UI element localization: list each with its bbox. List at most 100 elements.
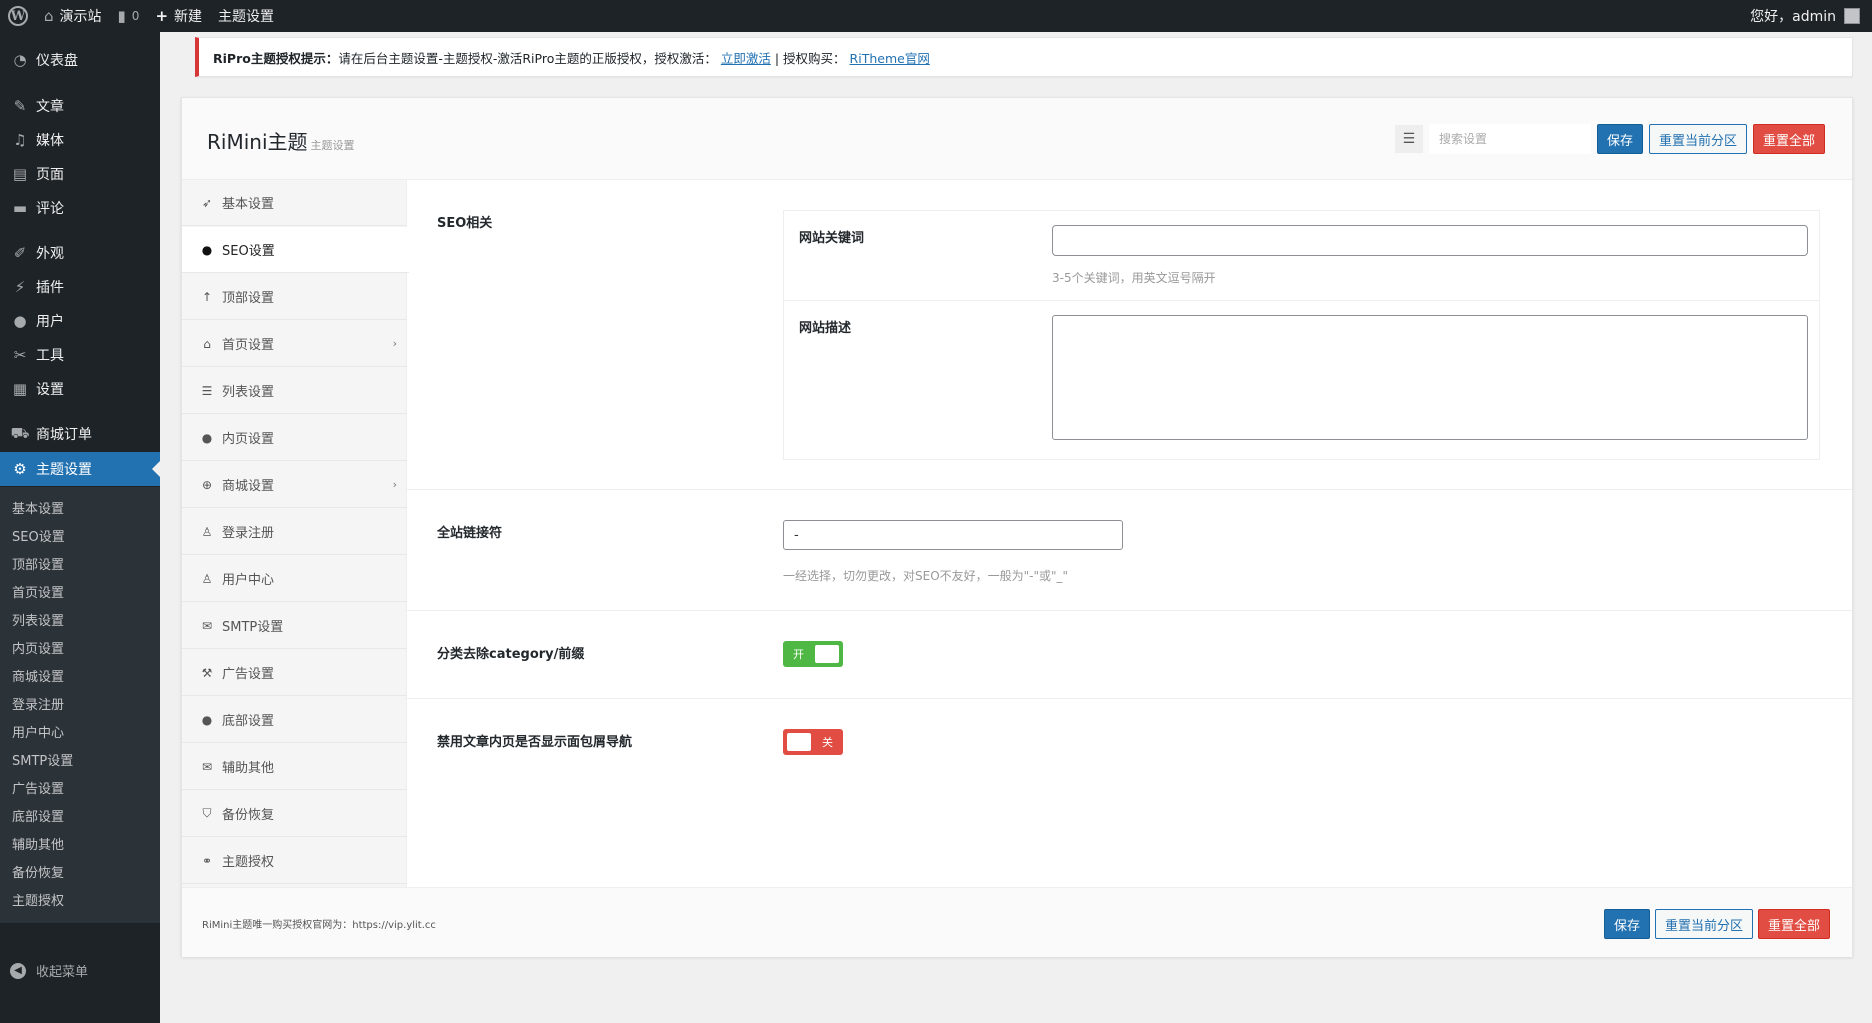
plus-icon: + <box>155 7 169 25</box>
sidebar-item-label: 文章 <box>36 99 64 115</box>
sidebar-item-tools[interactable]: ✂ 工具 <box>0 338 160 372</box>
chevron-right-icon: › <box>392 478 397 491</box>
submenu-item[interactable]: 辅助其他 <box>0 832 160 860</box>
breadcrumb-switch[interactable]: 关 <box>783 729 843 755</box>
connector-input[interactable]: - <box>783 520 1123 550</box>
sidebar-item-label: 评论 <box>36 201 64 217</box>
collapse-label: 收起菜单 <box>36 965 89 980</box>
sidebar-item-shop-orders[interactable]: ⛟ 商城订单 <box>0 417 160 451</box>
sidebar-item-settings[interactable]: ▦ 设置 <box>0 372 160 406</box>
nav-item-smtp[interactable]: ✉ SMTP设置 <box>182 603 407 649</box>
theme-settings-label: 主题设置 <box>218 9 275 25</box>
save-button[interactable]: 保存 <box>1596 124 1643 154</box>
nav-item-header[interactable]: ↑ 顶部设置 <box>182 274 407 320</box>
wrench-icon: ✂ <box>13 346 27 364</box>
submenu-item[interactable]: 基本设置 <box>0 496 160 524</box>
sidebar-item-appearance[interactable]: ✐ 外观 <box>0 236 160 270</box>
nav-item-login[interactable]: ♙ 登录注册 <box>182 509 407 555</box>
dot-icon: ● <box>201 242 213 257</box>
dot-icon: ● <box>201 430 213 445</box>
nav-item-home[interactable]: ⌂ 首页设置 › <box>182 321 407 367</box>
category-prefix-switch[interactable]: 开 <box>783 641 843 667</box>
sidebar-item-label: 外观 <box>36 246 64 262</box>
new-content-link[interactable]: + 新建 <box>147 0 210 32</box>
nav-item-license[interactable]: ⚭ 主题授权 <box>182 838 407 884</box>
submenu-item[interactable]: 顶部设置 <box>0 552 160 580</box>
nav-item-basic[interactable]: ➶ 基本设置 <box>182 180 407 226</box>
nav-item-backup[interactable]: ⛉ 备份恢复 <box>182 791 407 837</box>
greeting-label: 您好，admin <box>1750 9 1836 25</box>
sidebar-item-plugins[interactable]: ⚡ 插件 <box>0 270 160 304</box>
footer-reset-all-button[interactable]: 重置全部 <box>1757 909 1830 939</box>
person-icon: ♙ <box>201 524 213 539</box>
expand-all-button[interactable]: ☰ <box>1394 125 1423 153</box>
sidebar-item-posts[interactable]: ✎ 文章 <box>0 89 160 123</box>
activate-link[interactable]: 立即激活 <box>721 48 771 67</box>
submenu-item[interactable]: 用户中心 <box>0 720 160 748</box>
rocket-icon: ➶ <box>201 195 213 210</box>
connector-description: 一经选择，切勿更改，对SEO不友好，一般为"-"或"_" <box>783 569 1069 583</box>
sidebar-item-dashboard[interactable]: ◔ 仪表盘 <box>0 43 160 77</box>
sidebar-item-label: 用户 <box>36 314 64 330</box>
options-content: SEO相关 网站关键词 3-5个关键词，用英文逗号隔开 网站描述 全站链接符 -… <box>407 180 1852 887</box>
submenu-item[interactable]: 广告设置 <box>0 776 160 804</box>
brush-icon: ✐ <box>13 244 27 262</box>
search-input[interactable] <box>1428 124 1591 154</box>
comment-icon: ▬ <box>12 199 28 217</box>
nav-item-shop[interactable]: ⊕ 商城设置 › <box>182 462 407 508</box>
sidebar-item-pages[interactable]: ▤ 页面 <box>0 157 160 191</box>
nav-item-seo[interactable]: ● SEO设置 <box>182 227 409 273</box>
submenu-item[interactable]: 内页设置 <box>0 636 160 664</box>
collapse-menu-button[interactable]: ◀ 收起菜单 <box>10 961 88 980</box>
notice-separator: | 授权购买： <box>774 50 846 66</box>
nav-item-misc[interactable]: ✉ 辅助其他 <box>182 744 407 790</box>
submenu-item[interactable]: 备份恢复 <box>0 860 160 888</box>
keywords-description: 3-5个关键词，用英文逗号隔开 <box>1052 271 1216 285</box>
wp-logo-button[interactable]: W <box>0 0 36 32</box>
submenu-item[interactable]: 首页设置 <box>0 580 160 608</box>
nav-item-list[interactable]: ☰ 列表设置 <box>182 368 407 414</box>
my-account-link[interactable]: 您好，admin <box>1742 0 1872 32</box>
nav-item-label: 底部设置 <box>222 714 275 729</box>
sidebar-item-users[interactable]: ● 用户 <box>0 304 160 338</box>
switch-knob <box>815 645 839 663</box>
nav-item-label: 主题授权 <box>222 855 275 870</box>
official-site-link[interactable]: RiTheme官网 <box>850 48 930 67</box>
keywords-label: 网站关键词 <box>799 231 865 246</box>
chevron-right-icon: › <box>392 337 397 350</box>
nav-item-user-center[interactable]: ♙ 用户中心 <box>182 556 407 602</box>
comments-link[interactable]: ▮ 0 <box>110 0 148 32</box>
comments-count: 0 <box>131 9 140 23</box>
reset-all-button[interactable]: 重置全部 <box>1752 124 1825 154</box>
submenu-item[interactable]: 商城设置 <box>0 664 160 692</box>
submenu-item[interactable]: SMTP设置 <box>0 748 160 776</box>
footer-reset-section-button[interactable]: 重置当前分区 <box>1654 909 1753 939</box>
admin-sidebar: ◔ 仪表盘 ✎ 文章 ♫ 媒体 ▤ 页面 ▬ 评论 ✐ 外观 ⚡ 插件 ● 用户… <box>0 32 160 1023</box>
site-name-link[interactable]: ⌂ 演示站 <box>36 0 110 32</box>
footer-save-button[interactable]: 保存 <box>1603 909 1650 939</box>
panel-header: RiMini主题主题设置 ☰ 保存 重置当前分区 重置全部 <box>182 98 1852 180</box>
description-textarea[interactable] <box>1052 315 1808 440</box>
keywords-input[interactable] <box>1052 225 1808 256</box>
description-row: 网站描述 <box>784 301 1819 461</box>
panel-subtitle: 主题设置 <box>310 139 355 152</box>
sidebar-item-media[interactable]: ♫ 媒体 <box>0 123 160 157</box>
gavel-icon: ⚒ <box>201 665 213 680</box>
submenu-item[interactable]: 主题授权 <box>0 888 160 916</box>
nav-item-inner[interactable]: ● 内页设置 <box>182 415 407 461</box>
sidebar-item-label: 商城订单 <box>36 427 92 443</box>
nav-item-label: 内页设置 <box>222 432 275 447</box>
dashboard-icon: ◔ <box>13 51 27 69</box>
submenu-item[interactable]: 登录注册 <box>0 692 160 720</box>
reset-section-button[interactable]: 重置当前分区 <box>1648 124 1747 154</box>
list-icon: ☰ <box>201 383 213 398</box>
submenu-item[interactable]: 底部设置 <box>0 804 160 832</box>
header-tools: ☰ 保存 重置当前分区 重置全部 <box>1394 124 1825 154</box>
nav-item-ads[interactable]: ⚒ 广告设置 <box>182 650 407 696</box>
nav-item-footer[interactable]: ● 底部设置 <box>182 697 407 743</box>
sidebar-item-theme-settings[interactable]: ⚙ 主题设置 <box>0 452 160 486</box>
submenu-item[interactable]: SEO设置 <box>0 524 160 552</box>
sidebar-item-comments[interactable]: ▬ 评论 <box>0 191 160 225</box>
submenu-item[interactable]: 列表设置 <box>0 608 160 636</box>
theme-settings-link[interactable]: 主题设置 <box>210 0 282 32</box>
